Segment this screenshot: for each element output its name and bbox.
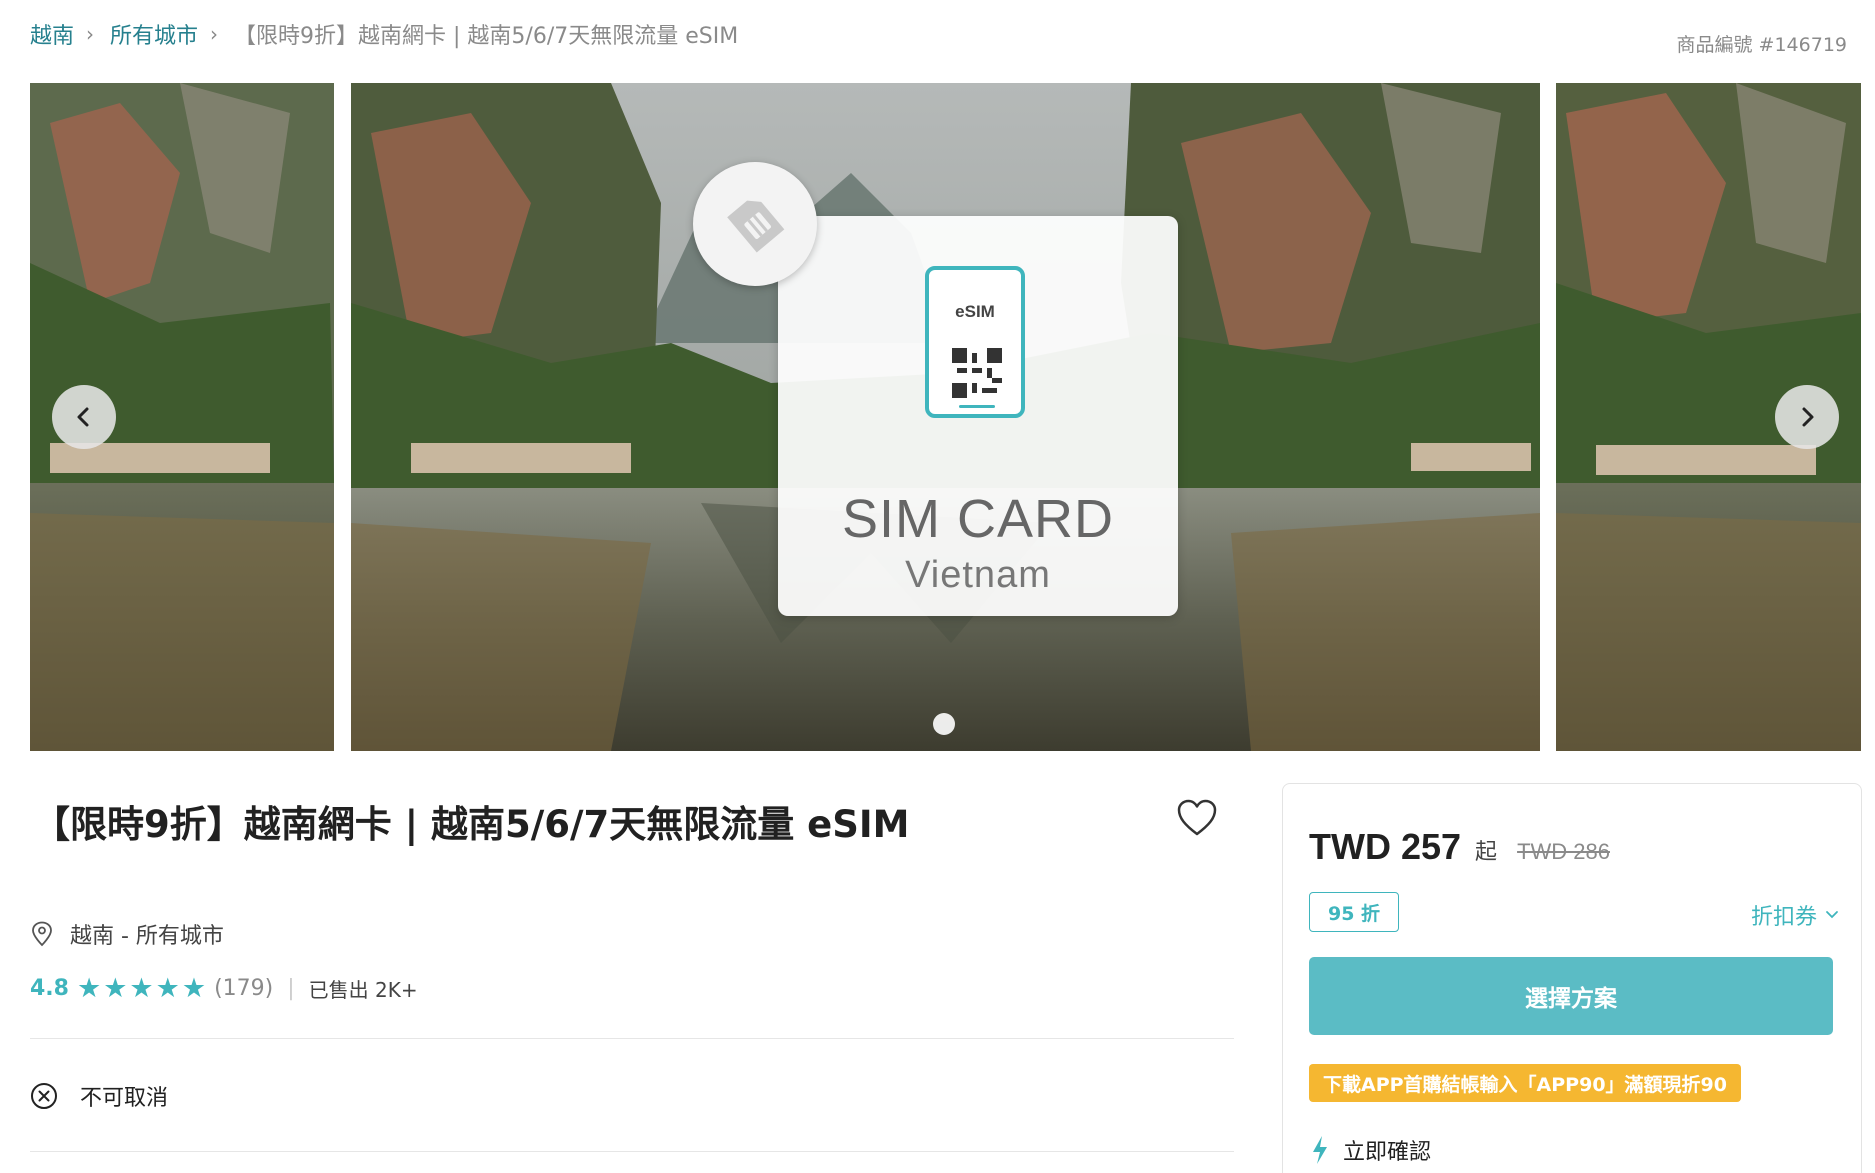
breadcrumb-link-country[interactable]: 越南 bbox=[30, 18, 74, 50]
gallery-next-button[interactable] bbox=[1775, 385, 1839, 449]
booking-panel: TWD 257 起 TWD 286 95 折 折扣券 選擇方案 下載APP首購結… bbox=[1282, 783, 1862, 1173]
original-price: TWD 286 bbox=[1517, 839, 1610, 864]
breadcrumb: 越南 › 所有城市 › 【限時9折】越南網卡 | 越南5/6/7天無限流量 eS… bbox=[30, 18, 738, 50]
cancellation-text: 不可取消 bbox=[80, 1086, 169, 1111]
chevron-right-icon: › bbox=[210, 22, 219, 46]
instant-confirmation: 立即確認 bbox=[1311, 1134, 1431, 1166]
lightning-icon bbox=[1313, 1136, 1327, 1164]
phone-icon: eSIM bbox=[925, 266, 1025, 418]
product-location: 越南 - 所有城市 bbox=[30, 918, 224, 950]
chevron-right-icon bbox=[1802, 407, 1814, 427]
review-count[interactable]: (179) bbox=[214, 976, 273, 1001]
sold-count: 已售出 2K+ bbox=[308, 978, 418, 1002]
product-rating[interactable]: 4.8 ★ ★ ★ ★ ★ (179) | 已售出 2K+ bbox=[30, 974, 418, 1003]
rating-score: 4.8 bbox=[30, 976, 69, 1001]
divider: | bbox=[287, 976, 295, 1001]
product-title: 【限時9折】越南網卡 | 越南5/6/7天無限流量 eSIM bbox=[33, 803, 910, 846]
wishlist-button[interactable] bbox=[1175, 796, 1219, 840]
close-circle-icon bbox=[31, 1083, 57, 1109]
gallery-dot-indicator[interactable] bbox=[933, 713, 955, 735]
coupon-dropdown[interactable]: 折扣券 bbox=[1751, 899, 1839, 931]
chevron-down-icon bbox=[1826, 911, 1838, 919]
chevron-right-icon: › bbox=[86, 22, 95, 46]
cancellation-policy: 不可取消 bbox=[30, 1080, 168, 1112]
sim-card-subtitle: Vietnam bbox=[905, 554, 1051, 596]
select-plan-button[interactable]: 選擇方案 bbox=[1309, 957, 1833, 1035]
heart-icon bbox=[1177, 799, 1217, 836]
location-pin-icon bbox=[32, 921, 52, 947]
star-icon: ★ bbox=[103, 973, 128, 1004]
gallery-prev-button[interactable] bbox=[52, 385, 116, 449]
price: TWD 257 bbox=[1309, 826, 1462, 867]
qr-code-icon bbox=[952, 348, 1002, 398]
discount-tag: 95 折 bbox=[1309, 892, 1399, 932]
product-id: 商品編號 #146719 bbox=[1676, 34, 1848, 56]
sim-card-overlay: eSIM SIM CARD Vietnam bbox=[778, 216, 1178, 616]
phone-home-bar bbox=[959, 405, 995, 408]
instant-confirmation-text: 立即確認 bbox=[1343, 1140, 1432, 1165]
rating-stars: ★ ★ ★ ★ ★ bbox=[77, 975, 208, 1002]
star-icon: ★ bbox=[76, 973, 102, 1004]
star-icon: ★ bbox=[129, 973, 154, 1004]
star-icon: ★ bbox=[181, 973, 207, 1004]
coupon-label: 折扣券 bbox=[1750, 905, 1817, 930]
sim-card-title: SIM CARD bbox=[841, 489, 1114, 549]
breadcrumb-link-city[interactable]: 所有城市 bbox=[110, 18, 198, 50]
promo-banner: 下載APP首購結帳輸入「APP90」滿額現折90 bbox=[1309, 1064, 1741, 1102]
price-suffix: 起 bbox=[1475, 840, 1498, 865]
sim-card-icon bbox=[693, 162, 817, 286]
location-text: 越南 - 所有城市 bbox=[70, 924, 224, 949]
divider bbox=[30, 1151, 1234, 1152]
chevron-left-icon bbox=[77, 407, 89, 427]
star-icon: ★ bbox=[155, 973, 180, 1004]
phone-label: eSIM bbox=[955, 302, 995, 321]
price-row: TWD 257 起 TWD 286 bbox=[1309, 826, 1610, 868]
image-gallery: eSIM SIM CARD Vietnam bbox=[30, 83, 1861, 751]
breadcrumb-current: 【限時9折】越南網卡 | 越南5/6/7天無限流量 eSIM bbox=[234, 24, 739, 49]
divider bbox=[30, 1038, 1234, 1039]
